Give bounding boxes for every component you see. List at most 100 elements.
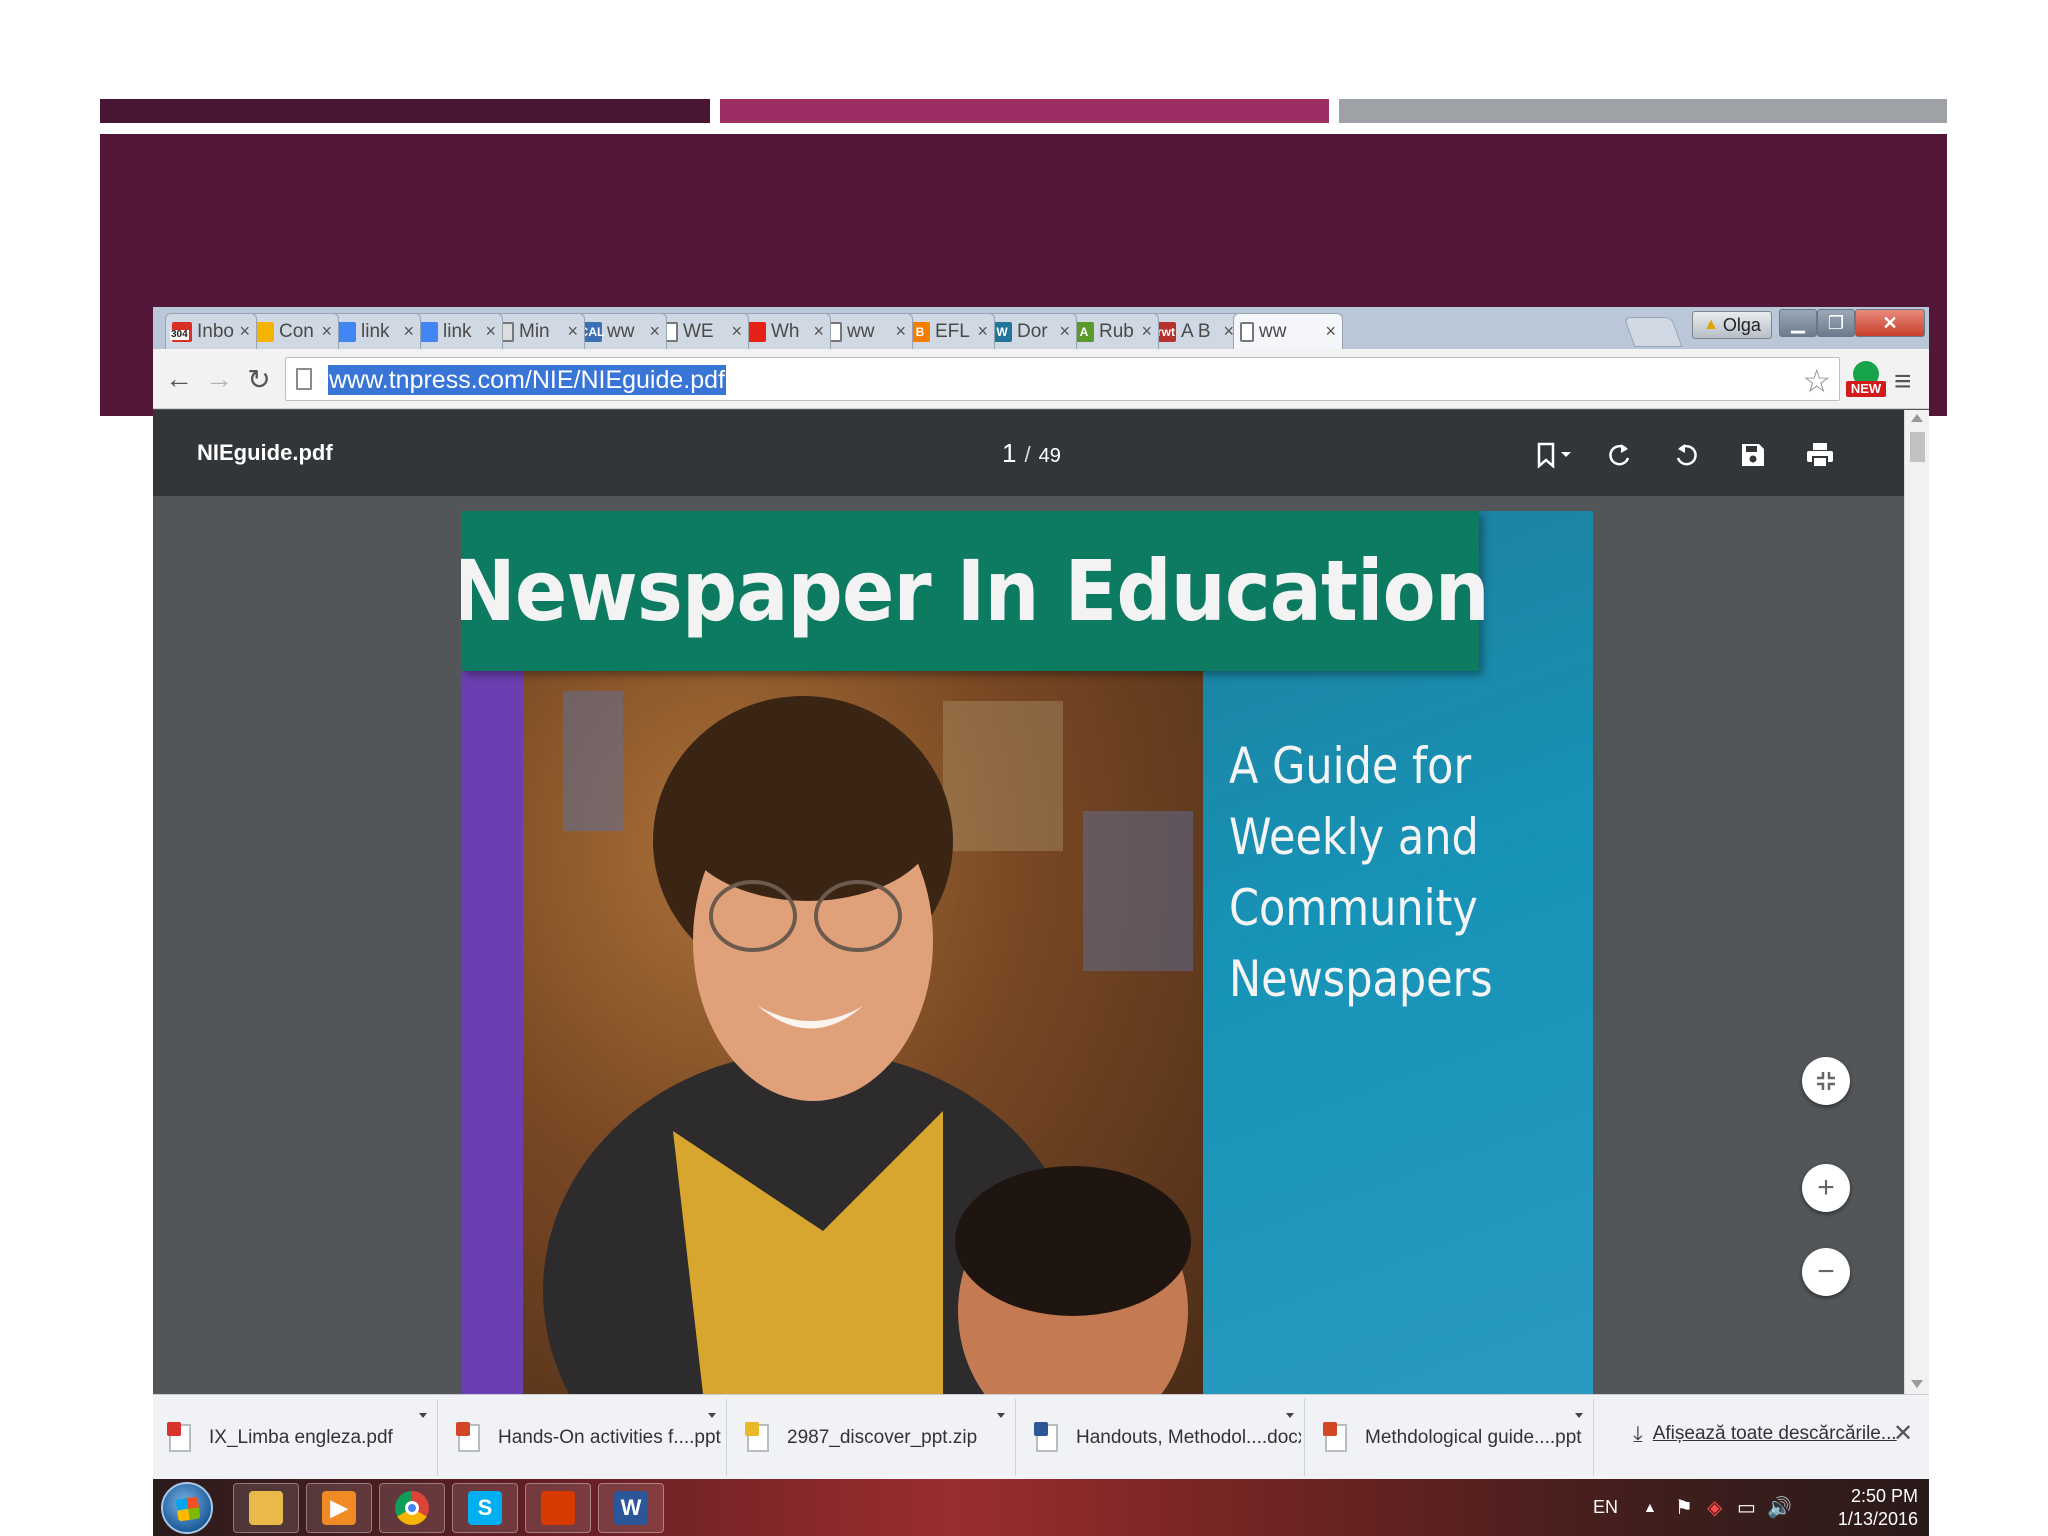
browser-toolbar: ← → ↻ www.tnpress.com/NIE/NIEguide.pdf ☆…: [153, 349, 1929, 409]
browser-tab[interactable]: link ×: [411, 313, 503, 349]
browser-tab[interactable]: link ×: [329, 313, 421, 349]
network-icon[interactable]: ▭: [1737, 1495, 1756, 1520]
show-hidden-icons-icon[interactable]: ▲: [1643, 1499, 1657, 1515]
scroll-up-arrow-icon[interactable]: [1911, 414, 1923, 422]
browser-tab[interactable]: Min ×: [493, 313, 585, 349]
download-item[interactable]: Methdological guide....ppt: [1309, 1399, 1594, 1476]
tab-close-icon[interactable]: ×: [813, 321, 824, 342]
page-total: 49: [1038, 445, 1061, 467]
zoom-in-icon[interactable]: +: [1802, 1164, 1850, 1212]
url-text[interactable]: www.tnpress.com/NIE/NIEguide.pdf: [328, 365, 726, 395]
maximize-button[interactable]: ❐: [1817, 309, 1855, 337]
minimize-button[interactable]: ▁: [1779, 309, 1817, 337]
bookmark-icon[interactable]: [1528, 438, 1578, 472]
action-center-flag-icon[interactable]: ⚑: [1675, 1495, 1693, 1520]
forward-arrow-icon[interactable]: →: [203, 363, 235, 395]
rwt-icon: rwt: [1156, 321, 1176, 342]
browser-tab[interactable]: B EFL ×: [903, 313, 995, 349]
cover-photo: [523, 671, 1203, 1394]
show-all-downloads-label[interactable]: Afișează toate descărcările...: [1653, 1423, 1897, 1445]
browser-tab[interactable]: ww ×: [821, 313, 913, 349]
browser-tab[interactable]: A Rub ×: [1067, 313, 1159, 349]
download-options-arrow-icon[interactable]: [1286, 1413, 1294, 1418]
taskbar-app[interactable]: [379, 1483, 445, 1533]
profile-button[interactable]: ▲ Olga: [1692, 311, 1772, 339]
zoom-out-icon[interactable]: −: [1802, 1248, 1850, 1296]
chrome-icon: [395, 1491, 429, 1525]
tab-label: link: [443, 320, 472, 342]
rotate-counterclockwise-icon[interactable]: [1669, 438, 1703, 472]
gmail-icon: 304: [170, 321, 192, 342]
start-button[interactable]: [161, 1482, 213, 1534]
wordpress-icon: W: [992, 321, 1012, 342]
browser-tab[interactable]: CAL ww ×: [575, 313, 667, 349]
download-options-arrow-icon[interactable]: [997, 1413, 1005, 1418]
downloads-shelf: IX_Limba engleza.pdf Hands-On activities …: [153, 1394, 1929, 1479]
tab-close-icon[interactable]: ×: [1141, 321, 1152, 342]
browser-tab[interactable]: Wh ×: [739, 313, 831, 349]
tab-close-icon[interactable]: ×: [1059, 321, 1070, 342]
chrome-menu-icon[interactable]: ≡: [1894, 365, 1912, 399]
print-icon[interactable]: [1803, 438, 1837, 472]
tab-close-icon[interactable]: ×: [895, 321, 906, 342]
tab-close-icon[interactable]: ×: [485, 321, 496, 342]
extension-grammarly-icon[interactable]: NEW: [1846, 361, 1886, 401]
tab-close-icon[interactable]: ×: [403, 321, 414, 342]
bookmark-star-icon[interactable]: ☆: [1802, 362, 1831, 400]
browser-tab[interactable]: ww ×: [1233, 313, 1343, 349]
download-options-arrow-icon[interactable]: [708, 1413, 716, 1418]
tab-label: ww: [607, 320, 635, 342]
address-bar[interactable]: www.tnpress.com/NIE/NIEguide.pdf ☆: [285, 357, 1840, 401]
tab-close-icon[interactable]: ×: [1325, 321, 1336, 342]
pdf-filename: NIEguide.pdf: [197, 440, 333, 465]
close-downloads-icon[interactable]: ✕: [1893, 1419, 1913, 1448]
reload-icon[interactable]: ↻: [243, 363, 275, 395]
page-number-input[interactable]: 1: [1002, 438, 1016, 469]
tab-label: EFL: [935, 320, 970, 342]
taskbar-app[interactable]: W: [598, 1483, 664, 1533]
scrollbar-thumb[interactable]: [1910, 432, 1925, 462]
skype-icon: S: [468, 1491, 502, 1525]
word-icon: W: [614, 1491, 648, 1525]
tab-close-icon[interactable]: ×: [649, 321, 660, 342]
close-window-button[interactable]: ✕: [1855, 309, 1925, 337]
download-item[interactable]: Handouts, Methodol....docx: [1020, 1399, 1305, 1476]
browser-tab[interactable]: rwt A B ×: [1149, 313, 1241, 349]
download-options-arrow-icon[interactable]: [419, 1413, 427, 1418]
decorative-bar-dark: [100, 99, 710, 123]
system-tray: EN ▲ ⚑ ◈ ▭ 🔊 2:50 PM 1/13/2016: [1593, 1479, 1929, 1536]
taskbar-app[interactable]: [525, 1483, 591, 1533]
taskbar-app[interactable]: ▶: [306, 1483, 372, 1533]
tab-label: Rub: [1099, 320, 1134, 342]
browser-tab[interactable]: W Dor ×: [985, 313, 1077, 349]
download-item[interactable]: IX_Limba engleza.pdf: [153, 1399, 438, 1476]
tab-close-icon[interactable]: ×: [239, 321, 250, 342]
fit-to-page-icon[interactable]: [1802, 1057, 1850, 1105]
taskbar-app[interactable]: S: [452, 1483, 518, 1533]
show-all-downloads-link[interactable]: ⤓ Afișează toate descărcările...: [1633, 1421, 1897, 1447]
tab-close-icon[interactable]: ×: [977, 321, 988, 342]
clock-time: 2:50 PM: [1850, 1486, 1918, 1506]
taskbar-app[interactable]: [233, 1483, 299, 1533]
vertical-scrollbar[interactable]: [1904, 410, 1929, 1394]
back-arrow-icon[interactable]: ←: [163, 363, 195, 395]
browser-tab[interactable]: 304 Inbo ×: [165, 313, 257, 349]
volume-icon[interactable]: 🔊: [1767, 1495, 1792, 1520]
page-icon: [296, 368, 312, 390]
language-indicator[interactable]: EN: [1593, 1497, 1618, 1518]
save-icon[interactable]: [1736, 438, 1770, 472]
clock[interactable]: 2:50 PM 1/13/2016: [1823, 1485, 1918, 1531]
acrobat-tray-icon[interactable]: ◈: [1707, 1495, 1722, 1520]
download-item[interactable]: 2987_discover_ppt.zip: [731, 1399, 1016, 1476]
tab-close-icon[interactable]: ×: [321, 321, 332, 342]
download-options-arrow-icon[interactable]: [1575, 1413, 1583, 1418]
browser-tab[interactable]: WE ×: [657, 313, 749, 349]
tab-close-icon[interactable]: ×: [731, 321, 742, 342]
tab-close-icon[interactable]: ×: [567, 321, 578, 342]
tab-label: ww: [847, 320, 875, 342]
scroll-down-arrow-icon[interactable]: [1911, 1380, 1923, 1388]
download-item[interactable]: Hands-On activities f....ppt: [442, 1399, 727, 1476]
rotate-clockwise-icon[interactable]: [1603, 438, 1637, 472]
browser-tab[interactable]: Con ×: [247, 313, 339, 349]
page-icon: [1240, 321, 1254, 342]
